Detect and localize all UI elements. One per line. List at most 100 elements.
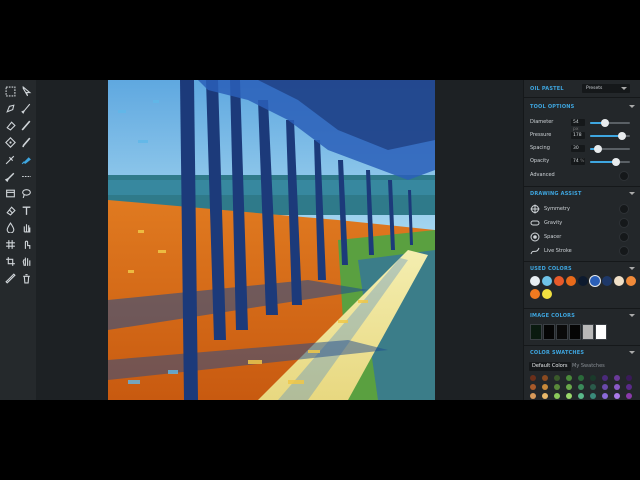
palette-swatch[interactable] [626,384,632,390]
paint-bucket-brush-icon[interactable] [19,152,33,166]
opacity-value[interactable]: 74 % [571,158,585,165]
smudge-icon[interactable] [19,237,33,251]
gravity-toggle[interactable] [619,218,629,228]
palette-swatch[interactable] [554,384,560,390]
diameter-value[interactable]: 54 px [571,119,585,132]
color-swatches-chevron-icon[interactable] [629,351,635,354]
tab-default-colors[interactable]: Default Colors [529,362,571,371]
live-stroke-toggle[interactable] [619,246,629,256]
palette-swatch[interactable] [578,375,584,381]
painting-canvas[interactable] [108,80,435,400]
palette-swatch[interactable] [554,393,560,399]
select-arrow-icon[interactable] [19,84,33,98]
palette-swatch[interactable] [626,375,632,381]
palette-swatch[interactable] [626,393,632,399]
line-tool-icon[interactable] [19,169,33,183]
drawing-assist-chevron-icon[interactable] [629,192,635,195]
diameter-slider[interactable] [590,119,630,127]
crop-icon[interactable] [3,254,17,268]
gravity-label: Gravity [544,220,563,226]
palette-swatch[interactable] [602,384,608,390]
palette-swatch[interactable] [590,375,596,381]
divider [524,97,640,98]
spacing-value[interactable]: 30 [571,145,585,152]
pressure-slider[interactable] [590,132,630,140]
palette-swatch[interactable] [566,375,572,381]
symmetry-toggle[interactable] [619,204,629,214]
palette-swatch[interactable] [542,384,548,390]
tab-my-swatches[interactable]: My Swatches [569,362,608,371]
diameter-knob[interactable] [601,119,610,127]
palette-swatch[interactable] [614,375,620,381]
pressure-value[interactable]: 178 [571,132,585,139]
palette-swatch[interactable] [566,393,572,399]
palette-swatch[interactable] [590,393,596,399]
palette-swatch[interactable] [614,393,620,399]
opacity-slider[interactable] [590,158,630,166]
palette-swatch[interactable] [578,384,584,390]
shape-icon[interactable] [3,135,17,149]
brush-icon[interactable] [19,101,33,115]
palette-swatch[interactable] [530,384,536,390]
image-color-swatch[interactable] [569,324,581,340]
grid-icon[interactable] [3,237,17,251]
lasso-icon[interactable] [19,186,33,200]
eraser-icon[interactable] [3,118,17,132]
eraser-small-icon[interactable] [3,203,17,217]
used-color-swatch[interactable] [530,276,540,286]
palette-swatch[interactable] [602,375,608,381]
tool-bar [0,80,36,400]
image-color-swatch[interactable] [595,324,607,340]
palette-swatch[interactable] [530,375,536,381]
image-color-swatch[interactable] [543,324,555,340]
pan-icon[interactable] [19,254,33,268]
palette-swatch[interactable] [554,375,560,381]
presets-dropdown[interactable]: Presets [582,84,630,93]
spacing-knob[interactable] [594,145,602,153]
spacer-toggle[interactable] [619,232,629,242]
palette-swatch[interactable] [602,393,608,399]
spacing-slider[interactable] [590,145,630,153]
palette-swatch[interactable] [566,384,572,390]
used-color-swatch[interactable] [566,276,576,286]
used-color-swatch[interactable] [602,276,612,286]
palette-swatch[interactable] [542,375,548,381]
eyedropper-icon[interactable] [3,271,17,285]
image-color-swatch[interactable] [582,324,594,340]
text-icon[interactable] [19,203,33,217]
image-color-swatch[interactable] [530,324,542,340]
layer-icon[interactable] [3,186,17,200]
marquee-icon[interactable] [3,84,17,98]
divider [524,261,640,262]
used-color-swatch[interactable] [542,289,552,299]
palette-swatch[interactable] [590,384,596,390]
marker-icon[interactable] [19,135,33,149]
trash-icon[interactable] [19,271,33,285]
drop-icon[interactable] [3,220,17,234]
pen-icon[interactable] [3,101,17,115]
used-colors-chevron-icon[interactable] [629,267,635,270]
canvas-area[interactable] [36,80,523,400]
palette-swatch[interactable] [578,393,584,399]
used-color-swatch[interactable] [530,289,540,299]
used-color-swatch[interactable] [554,276,564,286]
image-color-swatch[interactable] [556,324,568,340]
used-color-swatch[interactable] [578,276,588,286]
palette-swatch[interactable] [530,393,536,399]
used-color-swatch[interactable] [590,276,600,286]
used-color-swatch[interactable] [626,276,636,286]
airbrush-icon[interactable] [3,152,17,166]
pencil-icon[interactable] [19,118,33,132]
hand-icon[interactable] [19,220,33,234]
image-colors-chevron-icon[interactable] [629,314,635,317]
used-color-swatch[interactable] [542,276,552,286]
diameter-label: Diameter [530,119,554,125]
pressure-knob[interactable] [618,132,626,140]
tool-options-chevron-icon[interactable] [629,105,635,108]
dropper-icon[interactable] [3,169,17,183]
used-color-swatch[interactable] [614,276,624,286]
opacity-knob[interactable] [612,158,620,166]
advanced-toggle[interactable] [619,171,629,181]
palette-swatch[interactable] [614,384,620,390]
palette-swatch[interactable] [542,393,548,399]
